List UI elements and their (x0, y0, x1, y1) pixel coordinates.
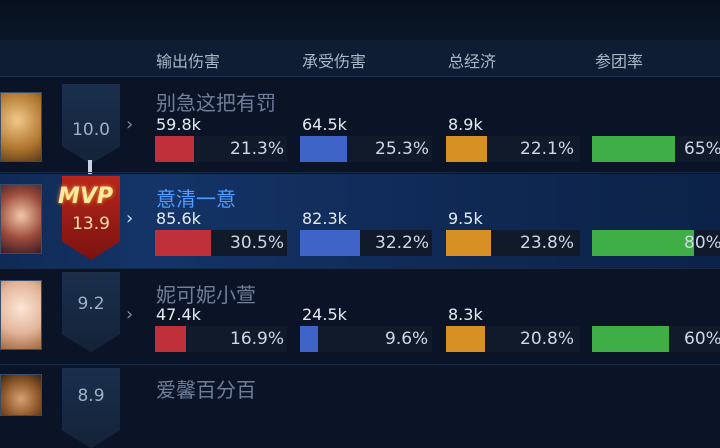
header-damage-dealt: 输出伤害 (156, 52, 221, 71)
participation-fill (592, 136, 676, 162)
damage-taken-value: 24.5k (302, 305, 347, 324)
header-economy: 总经济 (448, 52, 497, 71)
damage-taken-pct: 9.6% (385, 329, 429, 349)
chevron-right-icon[interactable]: › (126, 114, 133, 135)
hero-avatar (0, 184, 42, 254)
damage-dealt-pct: 21.3% (230, 139, 285, 159)
damage-dealt-pct: 30.5% (230, 233, 285, 253)
player-row[interactable]: 8.9 爱馨百分百 (0, 366, 720, 448)
participation-pct: 60% (684, 329, 720, 349)
top-bar (0, 0, 720, 40)
player-row[interactable]: 9.2 › 妮可妮小萱 47.4k 16.9% 24.5k 9.6% 8.3k … (0, 270, 720, 364)
economy-value: 9.5k (448, 209, 483, 228)
economy-fill (446, 136, 488, 162)
damage-dealt-value: 85.6k (156, 209, 201, 228)
hero-avatar (0, 280, 42, 350)
economy-pct: 22.1% (520, 139, 575, 159)
damage-taken-fill (300, 326, 318, 352)
stats-header: 输出伤害 承受伤害 总经济 参团率 (0, 40, 720, 77)
chevron-right-icon[interactable]: › (126, 304, 133, 325)
damage-dealt-value: 47.4k (156, 305, 201, 324)
player-score: 10.0 (72, 120, 110, 140)
economy-pct: 23.8% (520, 233, 575, 253)
damage-taken-pct: 32.2% (375, 233, 430, 253)
header-participation: 参团率 (595, 52, 644, 71)
economy-fill (446, 230, 491, 256)
damage-dealt-value: 59.8k (156, 115, 201, 134)
mvp-label: MVP (58, 184, 114, 209)
participation-pct: 65% (684, 139, 720, 159)
player-name: 别急这把有罚 (156, 91, 276, 115)
economy-pct: 20.8% (520, 329, 575, 349)
damage-taken-value: 64.5k (302, 115, 347, 134)
damage-taken-pct: 25.3% (375, 139, 430, 159)
player-score: 8.9 (77, 386, 105, 406)
row-divider (0, 268, 720, 269)
economy-value: 8.9k (448, 115, 483, 134)
economy-value: 8.3k (448, 305, 483, 324)
player-score: 13.9 (72, 214, 110, 234)
player-name: 妮可妮小萱 (156, 283, 256, 307)
hero-avatar (0, 92, 42, 162)
damage-dealt-fill (155, 136, 195, 162)
economy-fill (446, 326, 486, 352)
hero-avatar (0, 374, 42, 416)
damage-taken-fill (300, 136, 347, 162)
damage-dealt-fill (155, 230, 212, 256)
row-divider (0, 172, 720, 173)
damage-dealt-fill (155, 326, 187, 352)
player-name: 意清一意 (156, 187, 236, 211)
damage-dealt-pct: 16.9% (230, 329, 285, 349)
row-divider (0, 364, 720, 365)
player-row[interactable]: 10.0 › 别急这把有罚 59.8k 21.3% 64.5k 25.3% 8.… (0, 78, 720, 198)
header-damage-taken: 承受伤害 (302, 52, 367, 71)
player-name: 爱馨百分百 (156, 378, 256, 402)
damage-taken-fill (300, 230, 360, 256)
rating-badge (62, 368, 120, 448)
participation-fill (592, 230, 695, 256)
player-score: 9.2 (77, 294, 105, 314)
participation-fill (592, 326, 669, 352)
participation-pct: 80% (684, 233, 720, 253)
chevron-right-icon[interactable]: › (126, 208, 133, 229)
damage-taken-value: 82.3k (302, 209, 347, 228)
